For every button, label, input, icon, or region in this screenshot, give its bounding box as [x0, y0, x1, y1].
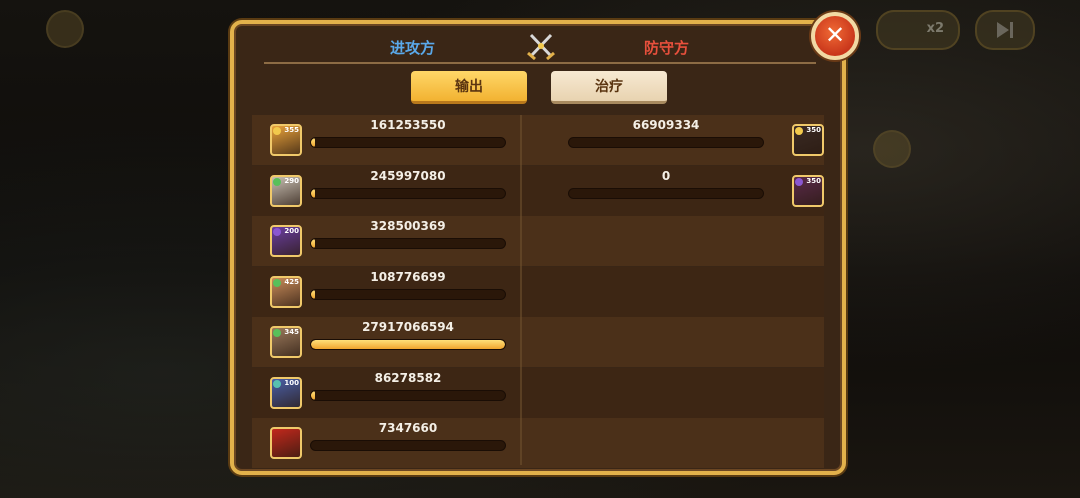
panel-header: 进攻方 防守方 [234, 24, 842, 84]
element-orb-icon [795, 177, 803, 186]
hero-level: 350 [806, 126, 821, 134]
attacker-damage-bar [310, 339, 506, 350]
element-orb-icon [273, 379, 281, 388]
speed-label: x2 [926, 21, 944, 36]
attacker-damage-bar [310, 440, 506, 451]
damage-bar-fill [311, 188, 315, 198]
menu-icon[interactable] [46, 10, 84, 48]
attacker-hero-avatar[interactable]: 425 [270, 275, 302, 308]
attacker-damage-value: 86278582 [374, 370, 442, 385]
attacker-damage-bar [310, 137, 506, 148]
attacker-hero-avatar[interactable]: 100 [270, 376, 302, 409]
list-icon[interactable] [873, 130, 911, 168]
damage-bar-fill [311, 340, 505, 349]
crossed-swords-icon [527, 33, 555, 60]
attacker-damage-value: 7347660 [378, 421, 438, 435]
attacker-damage-value: 108776699 [370, 269, 446, 284]
attacker-hero-avatar[interactable]: 345 [270, 326, 302, 358]
attacker-damage-value: 161253550 [370, 118, 446, 132]
defender-damage-bar [568, 137, 764, 148]
element-orb-icon [273, 177, 281, 186]
attacker-hero-avatar[interactable] [270, 427, 302, 459]
damage-bar-fill [311, 289, 315, 299]
element-orb-icon [273, 329, 281, 337]
close-button[interactable]: ✕ [811, 12, 859, 60]
hero-level: 200 [284, 227, 299, 235]
tab-healing[interactable]: 治疗 [551, 71, 667, 104]
attacker-label: 进攻方 [390, 39, 436, 57]
attacker-damage-bar [310, 187, 506, 199]
attacker-damage-value: 328500369 [370, 219, 446, 233]
damage-bar-fill [311, 138, 315, 147]
tab-output[interactable]: 输出 [411, 71, 527, 104]
element-orb-icon [795, 127, 803, 135]
defender-damage-value: 66909334 [632, 118, 700, 132]
defender-hero-avatar[interactable]: 350 [792, 124, 824, 156]
defender-damage-bar [568, 187, 764, 199]
attacker-hero-avatar[interactable]: 290 [270, 174, 302, 207]
attacker-damage-bar [310, 238, 506, 249]
element-orb-icon [273, 127, 281, 135]
damage-bar-fill [311, 239, 315, 248]
attacker-damage-bar [310, 288, 506, 300]
element-orb-icon [273, 228, 281, 236]
attacker-hero-avatar[interactable]: 355 [270, 124, 302, 156]
hero-level: 425 [284, 277, 299, 286]
defender-hero-avatar[interactable]: 350 [792, 174, 824, 207]
attacker-damage-value: 27917066594 [362, 320, 454, 334]
side-divider [520, 115, 522, 465]
hero-level: 350 [806, 176, 821, 185]
attacker-hero-avatar[interactable]: 200 [270, 225, 302, 257]
damage-bar-fill [311, 390, 315, 400]
attacker-damage-bar [310, 389, 506, 401]
defender-damage-value: 0 [661, 168, 671, 183]
defender-label: 防守方 [644, 39, 690, 57]
hero-level: 345 [284, 328, 299, 336]
attacker-damage-value: 245997080 [370, 168, 446, 183]
hero-level: 355 [284, 126, 299, 134]
hero-level: 290 [284, 176, 299, 185]
battle-stats-panel: 进攻方 防守方 输出 治疗 355 161253550 290 245997080 20… [230, 20, 846, 475]
stats-table: 355 161253550 290 245997080 200 328500369 425 1… [252, 115, 824, 468]
header-divider [264, 62, 816, 64]
hero-level: 100 [284, 378, 299, 387]
skip-button[interactable] [975, 10, 1035, 50]
speed-toggle-button[interactable]: x2 [876, 10, 960, 50]
element-orb-icon [273, 278, 281, 287]
